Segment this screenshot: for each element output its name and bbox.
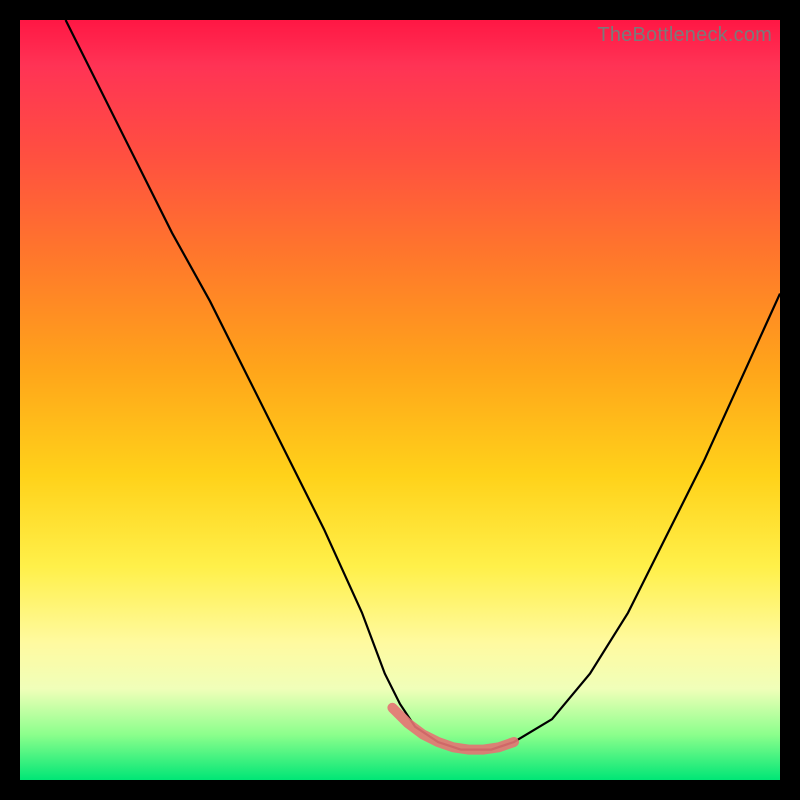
main-curve (66, 20, 780, 750)
chart-frame: TheBottleneck.com (20, 20, 780, 780)
watermark-text: TheBottleneck.com (597, 24, 772, 47)
chart-svg (20, 20, 780, 780)
trough-highlight (392, 708, 514, 750)
